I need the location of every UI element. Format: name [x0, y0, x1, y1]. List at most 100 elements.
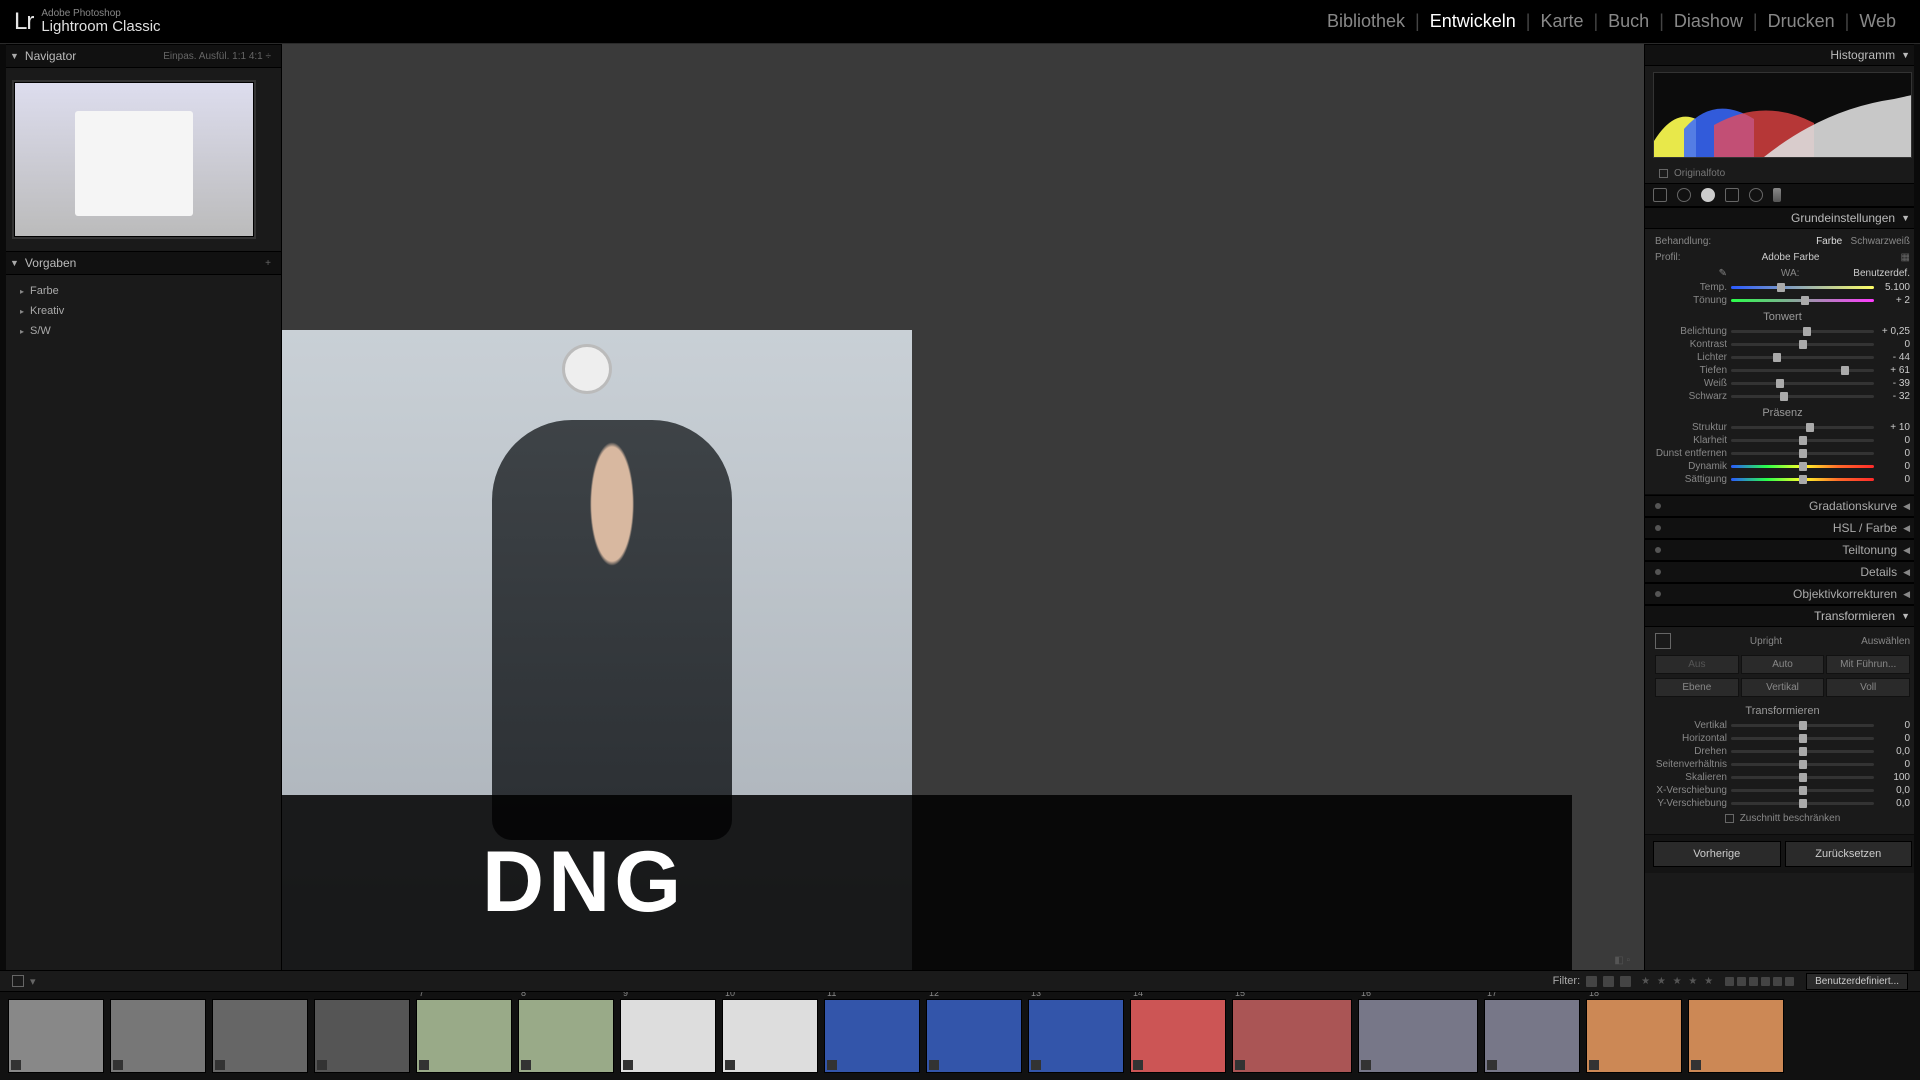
color-label-filter[interactable] — [1725, 977, 1794, 986]
module-diashow[interactable]: Diashow — [1664, 11, 1753, 32]
slider-track[interactable] — [1731, 789, 1874, 792]
filmstrip-thumb[interactable]: 15 — [1232, 999, 1352, 1073]
slider-knob[interactable] — [1803, 327, 1811, 336]
slider-value[interactable]: - 44 — [1878, 352, 1910, 363]
slider-value[interactable]: + 2 — [1878, 295, 1910, 306]
slider-struktur[interactable]: Struktur+ 10 — [1655, 421, 1910, 434]
slider-track[interactable] — [1731, 478, 1874, 481]
filmstrip-thumb[interactable]: 16 — [1358, 999, 1478, 1073]
slider-dunst-entfernen[interactable]: Dunst entfernen0 — [1655, 447, 1910, 460]
panel-header-teiltonung[interactable]: Teiltonung◀ — [1645, 539, 1920, 561]
preset-group-farbe[interactable]: Farbe — [0, 281, 281, 301]
slider-knob[interactable] — [1799, 340, 1807, 349]
slider-value[interactable]: 0 — [1878, 461, 1910, 472]
upright-auswaehlen[interactable]: Auswählen — [1861, 636, 1910, 647]
flag-pick-icon[interactable] — [1586, 976, 1597, 987]
slider-value[interactable]: 0 — [1878, 448, 1910, 459]
rating-filter-stars[interactable]: ★ ★ ★ ★ ★ — [1641, 976, 1715, 987]
filmstrip-row[interactable]: 789101112131415161718 — [0, 992, 1920, 1080]
slider-value[interactable]: - 39 — [1878, 378, 1910, 389]
slider-value[interactable]: 0 — [1878, 720, 1910, 731]
slider-skalieren[interactable]: Skalieren100 — [1655, 771, 1910, 784]
histogram-display[interactable] — [1653, 72, 1912, 158]
filmstrip-thumb[interactable]: 11 — [824, 999, 920, 1073]
previous-button[interactable]: Vorherige — [1653, 841, 1781, 867]
filmstrip-thumb[interactable]: 14 — [1130, 999, 1226, 1073]
soft-proof-toggle[interactable]: ◧ ▫ — [1614, 955, 1630, 966]
filmstrip-thumb[interactable] — [8, 999, 104, 1073]
upright-guided-button[interactable]: Mit Führun... — [1826, 655, 1910, 674]
slider-tiefen[interactable]: Tiefen+ 61 — [1655, 364, 1910, 377]
basic-panel-header[interactable]: Grundeinstellungen ▼ — [1645, 207, 1920, 229]
graduated-filter-tool-icon[interactable] — [1725, 188, 1739, 202]
slider-track[interactable] — [1731, 763, 1874, 766]
slider-track[interactable] — [1731, 426, 1874, 429]
slider-klarheit[interactable]: Klarheit0 — [1655, 434, 1910, 447]
left-panel-collapse-handle[interactable] — [0, 44, 6, 970]
flag-unflagged-icon[interactable] — [1603, 976, 1614, 987]
develop-canvas[interactable]: DNG ◧ ▫ — [282, 44, 1644, 970]
slider-knob[interactable] — [1799, 799, 1807, 808]
module-entwickeln[interactable]: Entwickeln — [1420, 11, 1526, 32]
slider-horizontal[interactable]: Horizontal0 — [1655, 732, 1910, 745]
filmstrip-thumb[interactable] — [1688, 999, 1784, 1073]
slider-t-nung[interactable]: Tönung+ 2 — [1655, 294, 1910, 307]
filmstrip-thumb[interactable] — [110, 999, 206, 1073]
slider-value[interactable]: - 32 — [1878, 391, 1910, 402]
slider-y-verschiebung[interactable]: Y-Verschiebung0,0 — [1655, 797, 1910, 810]
slider-value[interactable]: 5.100 — [1878, 282, 1910, 293]
filmstrip-thumb[interactable]: 13 — [1028, 999, 1124, 1073]
slider-value[interactable]: 0,0 — [1878, 798, 1910, 809]
slider-track[interactable] — [1731, 776, 1874, 779]
eyedropper-icon[interactable]: ✎ — [1655, 268, 1727, 279]
slider-track[interactable] — [1731, 750, 1874, 753]
upright-vertical-button[interactable]: Vertikal — [1741, 678, 1825, 697]
filmstrip-thumb[interactable]: 17 — [1484, 999, 1580, 1073]
navigator-zoom-options[interactable]: Einpas. Ausfül. 1:1 4:1 ÷ — [163, 51, 271, 62]
slider-value[interactable]: 0 — [1878, 339, 1910, 350]
slider-knob[interactable] — [1776, 379, 1784, 388]
slider-x-verschiebung[interactable]: X-Verschiebung0,0 — [1655, 784, 1910, 797]
right-panel-collapse-handle[interactable] — [1914, 44, 1920, 970]
panel-header-hsl-farbe[interactable]: HSL / Farbe◀ — [1645, 517, 1920, 539]
slider-value[interactable]: 100 — [1878, 772, 1910, 783]
panel-header-details[interactable]: Details◀ — [1645, 561, 1920, 583]
slider-track[interactable] — [1731, 802, 1874, 805]
filter-preset-dropdown[interactable]: Benutzerdefiniert... — [1806, 973, 1908, 990]
reset-button[interactable]: Zurücksetzen — [1785, 841, 1913, 867]
slider-knob[interactable] — [1841, 366, 1849, 375]
slider-knob[interactable] — [1799, 475, 1807, 484]
panel-toggle-dot[interactable] — [1655, 569, 1661, 575]
slider-kontrast[interactable]: Kontrast0 — [1655, 338, 1910, 351]
slider-s-ttigung[interactable]: Sättigung0 — [1655, 473, 1910, 486]
slider-drehen[interactable]: Drehen0,0 — [1655, 745, 1910, 758]
preset-group-kreativ[interactable]: Kreativ — [0, 301, 281, 321]
panel-toggle-dot[interactable] — [1655, 591, 1661, 597]
slider-value[interactable]: + 61 — [1878, 365, 1910, 376]
slider-value[interactable]: 0 — [1878, 435, 1910, 446]
redeye-tool-icon[interactable] — [1701, 188, 1715, 202]
slider-track[interactable] — [1731, 343, 1874, 346]
navigator-header[interactable]: ▼ Navigator Einpas. Ausfül. 1:1 4:1 ÷ — [0, 44, 281, 68]
slider-belichtung[interactable]: Belichtung+ 0,25 — [1655, 325, 1910, 338]
panel-toggle-dot[interactable] — [1655, 503, 1661, 509]
filmstrip-dropdown-icon[interactable]: ▾ — [30, 975, 36, 988]
slider-knob[interactable] — [1799, 747, 1807, 756]
slider-lichter[interactable]: Lichter- 44 — [1655, 351, 1910, 364]
slider-knob[interactable] — [1799, 462, 1807, 471]
slider-track[interactable] — [1731, 737, 1874, 740]
slider-value[interactable]: + 10 — [1878, 422, 1910, 433]
slider-value[interactable]: 0 — [1878, 474, 1910, 485]
module-drucken[interactable]: Drucken — [1758, 11, 1845, 32]
slider-knob[interactable] — [1801, 296, 1809, 305]
filmstrip-thumb[interactable]: 10 — [722, 999, 818, 1073]
slider-knob[interactable] — [1780, 392, 1788, 401]
slider-value[interactable]: 0,0 — [1878, 785, 1910, 796]
original-photo-toggle[interactable]: Originalfoto — [1645, 164, 1920, 183]
slider-vertikal[interactable]: Vertikal0 — [1655, 719, 1910, 732]
slider-track[interactable] — [1731, 356, 1874, 359]
module-karte[interactable]: Karte — [1530, 11, 1593, 32]
slider-track[interactable] — [1731, 286, 1874, 289]
grid-view-icon[interactable] — [12, 975, 24, 987]
slider-wei-[interactable]: Weiß- 39 — [1655, 377, 1910, 390]
